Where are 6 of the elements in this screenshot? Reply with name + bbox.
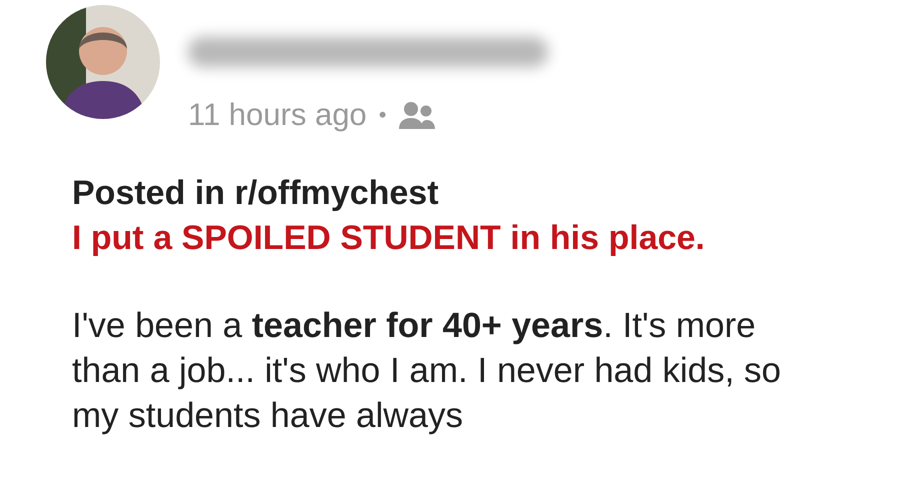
community-line: Posted in r/offmychest xyxy=(72,173,440,214)
post-time: 11 hours ago xyxy=(188,97,367,133)
separator-dot: • xyxy=(378,102,386,128)
post-body: I've been a teacher for 40+ years. It's more than a job... it's who I am. I never had kids, so my students have always xyxy=(72,305,782,437)
people-icon xyxy=(398,100,436,130)
post-title: I put a SPOILED STUDENT in his place. xyxy=(72,218,706,259)
